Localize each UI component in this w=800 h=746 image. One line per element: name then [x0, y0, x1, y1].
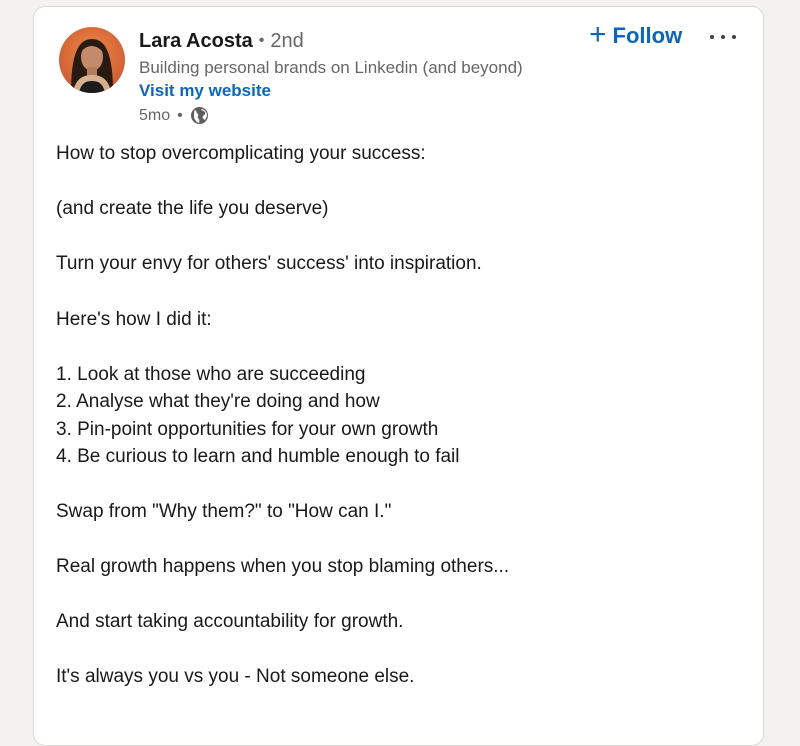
degree-separator: •: [258, 32, 265, 49]
follow-button[interactable]: + Follow: [589, 18, 683, 51]
meta-separator: •: [177, 106, 183, 124]
connection-degree: 2nd: [270, 30, 304, 52]
ellipsis-icon[interactable]: [710, 27, 736, 47]
post-meta: 5mo •: [139, 106, 209, 125]
plus-icon: +: [589, 18, 607, 51]
author-avatar[interactable]: [59, 27, 125, 93]
visit-website-link[interactable]: Visit my website: [139, 81, 271, 101]
author-name[interactable]: Lara Acosta: [139, 30, 253, 52]
globe-icon: [190, 106, 209, 125]
post-body-line: 2. Analyse what they're doing and how: [56, 391, 380, 412]
author-headline: Building personal brands on Linkedin (an…: [139, 58, 523, 77]
post-body-line: It's always you vs you - Not someone els…: [56, 666, 415, 687]
post-card: Lara Acosta • 2nd Building personal brands…: [33, 6, 764, 746]
post-body-line: Swap from "Why them?" to "How can I.": [56, 501, 392, 522]
post-body-line: 4. Be curious to learn and humble enough…: [56, 446, 460, 467]
post-body-line: (and create the life you deserve): [56, 198, 329, 219]
follow-label: Follow: [612, 23, 683, 48]
avatar-photo: [59, 27, 125, 93]
post-body-line: How to stop overcomplicating your succes…: [56, 143, 426, 164]
post-timestamp: 5mo: [139, 106, 171, 124]
author-name-row: Lara Acosta • 2nd: [139, 30, 304, 53]
post-body-line: Real growth happens when you stop blamin…: [56, 556, 510, 577]
post-body-line: 1. Look at those who are succeeding: [56, 364, 366, 385]
post-body-line: Turn your envy for others' success' into…: [56, 253, 482, 274]
post-body-line: 3. Pin-point opportunities for your own …: [56, 419, 439, 440]
post-body-line: And start taking accountability for grow…: [56, 611, 404, 632]
post-body-line: Here's how I did it:: [56, 309, 212, 330]
